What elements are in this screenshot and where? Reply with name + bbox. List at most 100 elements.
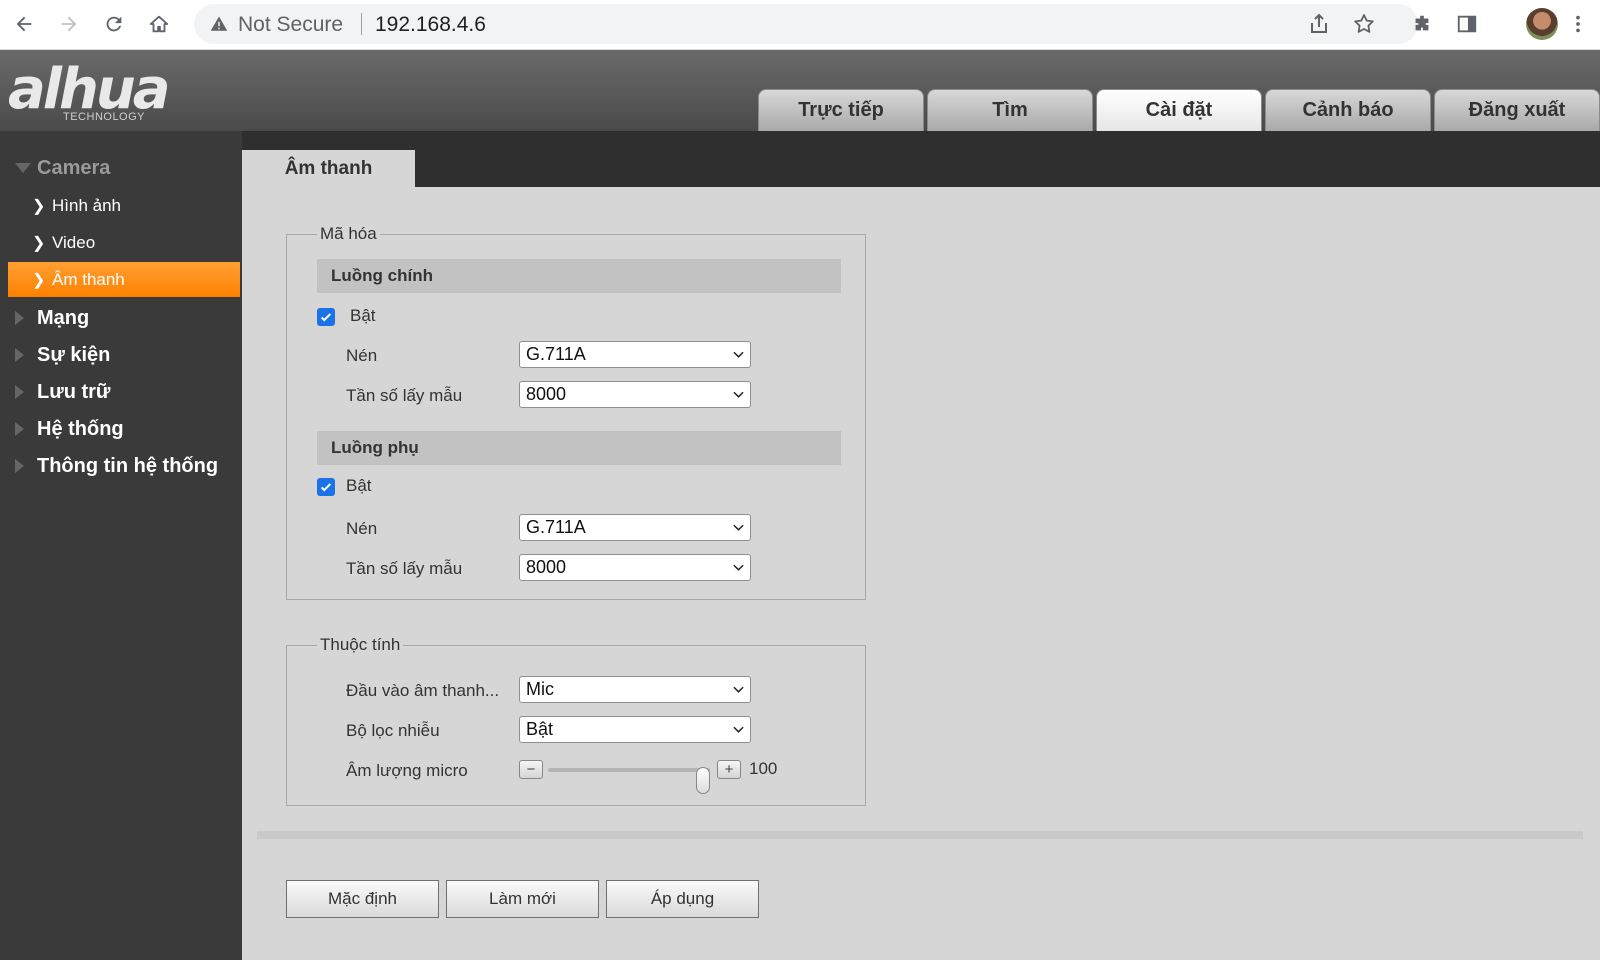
sub-stream-enable-checkbox[interactable] xyxy=(317,478,335,496)
attributes-legend: Thuộc tính xyxy=(317,635,404,655)
sidebar-item-image[interactable]: ❯ Hình ảnh xyxy=(8,188,240,223)
chevron-down-icon xyxy=(733,351,744,358)
mic-volume-value: 100 xyxy=(749,759,778,778)
sidebar-item-label: Âm thanh xyxy=(52,269,125,289)
chevron-right-icon: ❯ xyxy=(32,234,46,252)
expand-right-icon xyxy=(15,311,24,325)
sidebar: Camera ❯ Hình ảnh ❯ Video ❯ Âm thanh Mạn… xyxy=(0,131,242,960)
main-sampling-label: Tần số lấy mẫu xyxy=(346,386,463,405)
audio-input-select[interactable]: Mic xyxy=(519,676,751,703)
sidebar-item-label: Video xyxy=(52,232,96,252)
menu-kebab-icon[interactable] xyxy=(1568,10,1588,38)
sub-sampling-label: Tần số lấy mẫu xyxy=(346,559,463,578)
sidebar-category-label: Mạng xyxy=(37,306,90,329)
noise-filter-label: Bộ lọc nhiễu xyxy=(346,721,440,740)
separator xyxy=(361,13,362,35)
sidebar-category-camera[interactable]: Camera xyxy=(0,150,242,186)
default-button[interactable]: Mặc định xyxy=(286,880,439,918)
sub-sampling-value: 8000 xyxy=(526,557,567,577)
sub-compression-select[interactable]: G.711A xyxy=(519,514,751,541)
noise-filter-value: Bật xyxy=(526,719,554,739)
tab-live[interactable]: Trực tiếp xyxy=(758,89,924,131)
expand-right-icon xyxy=(15,422,24,436)
sidebar-category-label: Thông tin hệ thống xyxy=(37,454,219,477)
home-icon[interactable] xyxy=(142,7,176,41)
sub-stream-header: Luồng phụ xyxy=(317,431,841,465)
expand-right-icon xyxy=(15,459,24,473)
main-compression-value: G.711A xyxy=(526,344,586,364)
audio-input-label: Đầu vào âm thanh... xyxy=(346,681,500,700)
dahua-logo: alhua TECHNOLOGY xyxy=(8,54,223,129)
checkmark-icon xyxy=(320,313,332,322)
page-tab-audio[interactable]: Âm thanh xyxy=(242,150,415,187)
url-text[interactable]: 192.168.4.6 xyxy=(375,13,486,37)
logo-subtitle: TECHNOLOGY xyxy=(63,111,146,123)
sidebar-category-label: Sự kiện xyxy=(37,343,111,366)
tab-search[interactable]: Tìm xyxy=(927,89,1093,131)
side-panel-icon[interactable] xyxy=(1453,10,1481,38)
volume-decrease-button[interactable]: − xyxy=(519,760,543,779)
sidebar-category-system[interactable]: Hệ thống xyxy=(0,411,242,447)
content-tab-bar: Âm thanh xyxy=(242,131,1600,187)
slider-track[interactable] xyxy=(548,767,710,794)
expand-down-icon xyxy=(15,163,31,173)
sub-stream-enable-label: Bật xyxy=(346,476,372,495)
sidebar-item-label: Hình ảnh xyxy=(52,195,121,215)
attributes-group: Thuộc tính Đầu vào âm thanh... Mic Bộ lọ… xyxy=(286,635,866,806)
encoding-legend: Mã hóa xyxy=(317,224,380,244)
bookmark-star-icon[interactable] xyxy=(1352,12,1376,36)
slider-handle[interactable] xyxy=(696,767,710,794)
sidebar-item-video[interactable]: ❯ Video xyxy=(8,225,240,260)
chevron-down-icon xyxy=(733,564,744,571)
noise-filter-select[interactable]: Bật xyxy=(519,716,751,743)
sidebar-category-system-info[interactable]: Thông tin hệ thống xyxy=(0,448,242,484)
refresh-button[interactable]: Làm mới xyxy=(446,880,599,918)
chevron-down-icon xyxy=(733,524,744,531)
sub-sampling-select[interactable]: 8000 xyxy=(519,554,751,581)
mic-volume-label: Âm lượng micro xyxy=(346,761,468,780)
profile-avatar[interactable] xyxy=(1526,8,1558,40)
warning-icon xyxy=(210,16,228,31)
main-content: Âm thanh Mã hóa Luồng chính Bật Nén G.71… xyxy=(242,131,1600,960)
sub-compression-value: G.711A xyxy=(526,517,586,537)
sidebar-category-event[interactable]: Sự kiện xyxy=(0,337,242,373)
extensions-icon[interactable] xyxy=(1408,10,1436,38)
audio-input-value: Mic xyxy=(526,679,554,699)
chevron-down-icon xyxy=(733,726,744,733)
main-stream-enable-label: Bật xyxy=(350,306,376,325)
main-stream-header: Luồng chính xyxy=(317,259,841,293)
checkmark-icon xyxy=(320,483,332,492)
share-icon[interactable] xyxy=(1307,12,1331,36)
reload-icon[interactable] xyxy=(97,7,131,41)
divider xyxy=(257,831,1583,839)
browser-toolbar: Not Secure 192.168.4.6 xyxy=(0,0,1600,50)
sidebar-category-storage[interactable]: Lưu trữ xyxy=(0,374,242,410)
main-compression-label: Nén xyxy=(346,346,378,365)
sidebar-category-label: Hệ thống xyxy=(37,417,124,440)
forward-icon[interactable] xyxy=(52,7,86,41)
main-sampling-value: 8000 xyxy=(526,384,567,404)
address-bar[interactable]: Not Secure 192.168.4.6 xyxy=(194,4,1418,44)
sidebar-item-audio[interactable]: ❯ Âm thanh xyxy=(8,262,240,297)
app-header: alhua TECHNOLOGY Trực tiếp Tìm Cài đặt C… xyxy=(0,50,1600,131)
expand-right-icon xyxy=(15,348,24,362)
chevron-down-icon xyxy=(733,391,744,398)
tab-logout[interactable]: Đăng xuất xyxy=(1434,89,1600,131)
main-stream-enable-checkbox[interactable] xyxy=(317,308,335,326)
chevron-down-icon xyxy=(733,686,744,693)
back-icon[interactable] xyxy=(7,7,41,41)
not-secure-label: Not Secure xyxy=(238,13,344,36)
tab-settings[interactable]: Cài đặt xyxy=(1096,89,1262,131)
sidebar-category-label: Camera xyxy=(37,156,111,179)
chevron-right-icon: ❯ xyxy=(32,271,46,289)
expand-right-icon xyxy=(15,385,24,399)
volume-increase-button[interactable]: + xyxy=(717,760,741,779)
main-compression-select[interactable]: G.711A xyxy=(519,341,751,368)
chevron-right-icon: ❯ xyxy=(32,197,46,215)
sidebar-category-network[interactable]: Mạng xyxy=(0,300,242,336)
tab-alarm[interactable]: Cảnh báo xyxy=(1265,89,1431,131)
sidebar-category-label: Lưu trữ xyxy=(37,380,111,403)
main-sampling-select[interactable]: 8000 xyxy=(519,381,751,408)
apply-button[interactable]: Áp dụng xyxy=(606,880,759,918)
sub-compression-label: Nén xyxy=(346,519,378,538)
